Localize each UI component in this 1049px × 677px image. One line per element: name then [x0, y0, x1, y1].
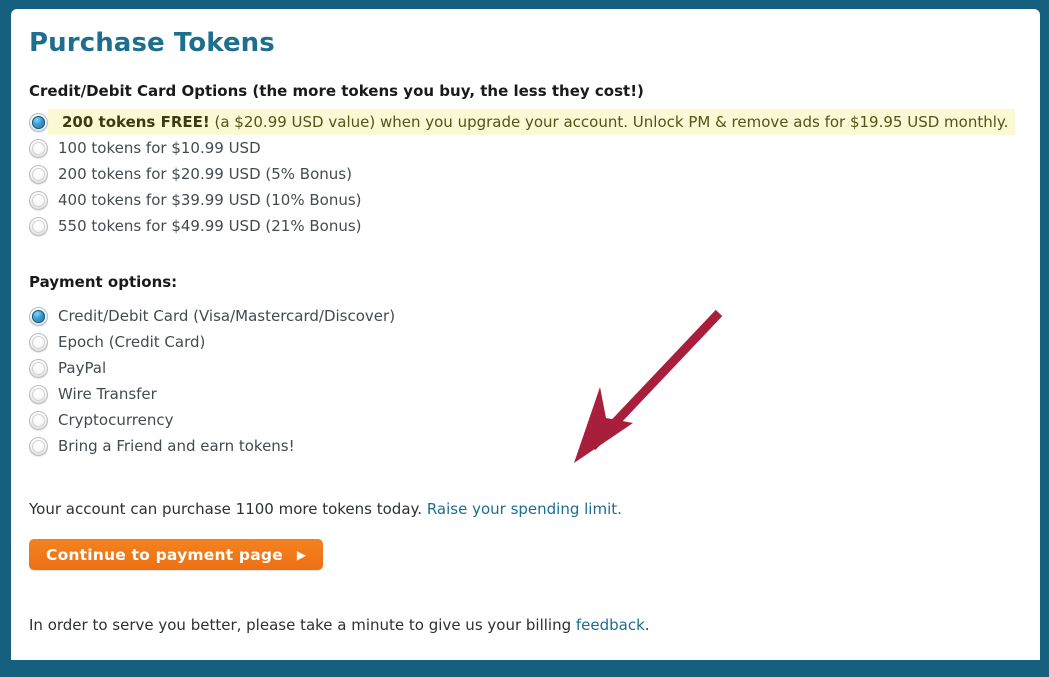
token-options-list: 200 tokens FREE! (a $20.99 USD value) wh…	[29, 109, 1024, 239]
token-option-label: 400 tokens for $39.99 USD (10% Bonus)	[58, 191, 362, 209]
token-options-heading: Credit/Debit Card Options (the more toke…	[29, 82, 644, 100]
radio-button-icon[interactable]	[29, 384, 48, 404]
token-option-row[interactable]: 100 tokens for $10.99 USD	[29, 135, 1024, 161]
screenshot-viewport: Purchase Tokens Credit/Debit Card Option…	[0, 0, 1049, 677]
continue-to-payment-button[interactable]: Continue to payment page ▶	[29, 539, 324, 570]
token-option-text: (a $20.99 USD value) when you upgrade yo…	[209, 113, 1009, 131]
payment-option-row[interactable]: Wire Transfer	[29, 381, 1024, 407]
token-option-label: 200 tokens FREE! (a $20.99 USD value) wh…	[48, 109, 1016, 135]
token-option-label: 100 tokens for $10.99 USD	[58, 139, 261, 157]
card-content: Purchase Tokens Credit/Debit Card Option…	[29, 9, 1024, 635]
token-option-row[interactable]: 200 tokens for $20.99 USD (5% Bonus)	[29, 161, 1024, 187]
token-option-label: 550 tokens for $49.99 USD (21% Bonus)	[58, 217, 362, 235]
arrow-right-icon: ▶	[296, 547, 307, 562]
token-option-row[interactable]: 400 tokens for $39.99 USD (10% Bonus)	[29, 187, 1024, 213]
radio-button-icon[interactable]	[29, 138, 48, 158]
token-option-bold-prefix: 200 tokens FREE!	[62, 113, 210, 131]
radio-button-icon[interactable]	[29, 190, 48, 210]
token-option-label: 200 tokens for $20.99 USD (5% Bonus)	[58, 165, 352, 183]
payment-option-label: Bring a Friend and earn tokens!	[58, 437, 295, 455]
payment-options-list: Credit/Debit Card (Visa/Mastercard/Disco…	[29, 303, 1024, 459]
radio-button-icon[interactable]	[29, 410, 48, 430]
payment-option-row[interactable]: Cryptocurrency	[29, 407, 1024, 433]
radio-button-icon[interactable]	[29, 164, 48, 184]
feedback-text-before: In order to serve you better, please tak…	[29, 616, 576, 634]
payment-option-row[interactable]: Bring a Friend and earn tokens!	[29, 433, 1024, 459]
page-title: Purchase Tokens	[29, 28, 275, 58]
radio-button-icon[interactable]	[29, 332, 48, 352]
purchase-tokens-card: Purchase Tokens Credit/Debit Card Option…	[11, 9, 1040, 660]
radio-button-icon[interactable]	[29, 436, 48, 456]
continue-button-wrapper: Continue to payment page ▶	[29, 519, 1024, 570]
feedback-link[interactable]: feedback	[576, 616, 645, 634]
token-option-row[interactable]: 550 tokens for $49.99 USD (21% Bonus)	[29, 213, 1024, 239]
payment-option-row[interactable]: Epoch (Credit Card)	[29, 329, 1024, 355]
radio-button-icon[interactable]	[29, 216, 48, 236]
payment-options-heading: Payment options:	[29, 273, 178, 291]
raise-spending-limit-link[interactable]: Raise your spending limit.	[427, 500, 622, 518]
continue-button-label: Continue to payment page	[46, 545, 283, 564]
radio-button-icon[interactable]	[29, 306, 48, 326]
payment-option-label: PayPal	[58, 359, 107, 377]
feedback-line: In order to serve you better, please tak…	[29, 615, 1024, 635]
payment-option-label: Credit/Debit Card (Visa/Mastercard/Disco…	[58, 307, 396, 325]
payment-option-label: Cryptocurrency	[58, 411, 174, 429]
feedback-text-after: .	[644, 616, 650, 634]
payment-option-row[interactable]: Credit/Debit Card (Visa/Mastercard/Disco…	[29, 303, 1024, 329]
spending-limit-line: Your account can purchase 1100 more toke…	[29, 499, 1024, 519]
payment-option-label: Epoch (Credit Card)	[58, 333, 206, 351]
token-option-row[interactable]: 200 tokens FREE! (a $20.99 USD value) wh…	[29, 109, 1024, 135]
payment-option-row[interactable]: PayPal	[29, 355, 1024, 381]
radio-button-icon[interactable]	[29, 358, 48, 378]
spending-limit-text: Your account can purchase 1100 more toke…	[29, 500, 423, 518]
payment-option-label: Wire Transfer	[58, 385, 157, 403]
radio-button-icon[interactable]	[29, 112, 48, 132]
